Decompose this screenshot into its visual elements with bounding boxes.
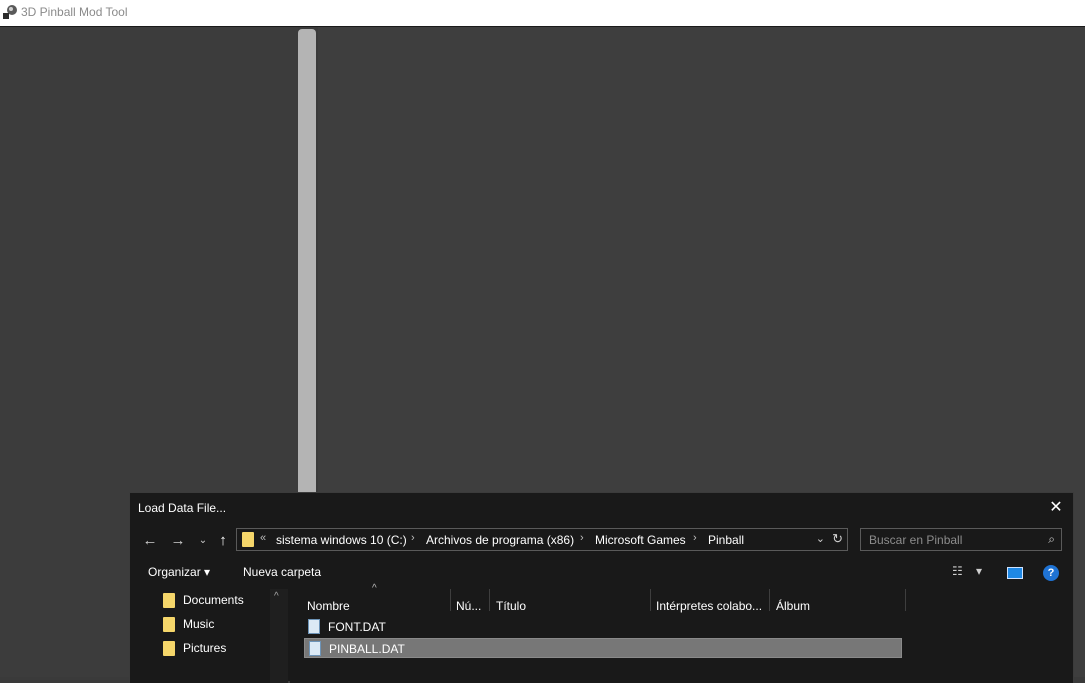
column-header-number[interactable]: Nú... [456, 599, 481, 613]
up-arrow-icon[interactable]: ↑ [213, 531, 233, 551]
organize-menu-button[interactable]: Organizar ▾ [148, 565, 210, 579]
nav-scrollbar[interactable] [270, 589, 288, 683]
search-icon: ⌕ [1048, 532, 1055, 546]
refresh-icon[interactable]: ↻ [832, 531, 843, 547]
chevron-right-icon[interactable]: › [580, 532, 584, 544]
search-field[interactable]: Buscar en Pinball ⌕ [860, 528, 1062, 551]
nav-item-label: Pictures [183, 641, 227, 655]
address-bar[interactable]: « sistema windows 10 (C:) › Archivos de … [236, 528, 848, 551]
file-icon [308, 619, 320, 634]
file-row-selected[interactable]: PINBALL.DAT [304, 638, 902, 658]
file-icon [309, 641, 321, 656]
new-folder-button[interactable]: Nueva carpeta [243, 565, 321, 579]
folder-icon [242, 532, 254, 547]
chevron-down-icon[interactable]: ⌄ [816, 532, 825, 545]
app-title-bar: 3D Pinball Mod Tool [0, 0, 1085, 27]
sort-ascending-icon: ^ [372, 583, 377, 594]
dialog-title: Load Data File... [138, 501, 227, 515]
breadcrumb-drive[interactable]: sistema windows 10 (C:) [276, 533, 407, 547]
close-icon[interactable]: ✕ [1045, 497, 1067, 519]
column-header-artists[interactable]: Intérpretes colabo... [656, 599, 762, 613]
load-file-dialog: Load Data File... ✕ ← → ⌄ ↑ « sistema wi… [129, 492, 1074, 683]
nav-item-label: Documents [183, 593, 244, 607]
folder-icon [163, 641, 175, 656]
back-arrow-icon[interactable]: ← [140, 531, 160, 551]
breadcrumb-pinball[interactable]: Pinball [708, 533, 744, 547]
file-row[interactable]: FONT.DAT [304, 617, 902, 637]
breadcrumb-microsoft-games[interactable]: Microsoft Games [595, 533, 686, 547]
column-header-name[interactable]: Nombre [307, 599, 350, 613]
navigation-pane: Documents Music Pictures [130, 589, 288, 683]
app-title: 3D Pinball Mod Tool [21, 5, 128, 19]
panel-splitter[interactable] [298, 29, 316, 499]
folder-icon [163, 617, 175, 632]
forward-arrow-icon[interactable]: → [168, 531, 188, 551]
help-icon[interactable]: ? [1043, 565, 1059, 581]
chevron-right-icon[interactable]: › [693, 532, 697, 544]
chevron-right-icon[interactable]: › [411, 532, 415, 544]
chevron-down-icon[interactable]: ▾ [976, 564, 982, 578]
column-header-album[interactable]: Álbum [776, 599, 810, 613]
view-options-icon[interactable]: ☷ [952, 564, 963, 578]
breadcrumb-program-files[interactable]: Archivos de programa (x86) [426, 533, 574, 547]
pinball-app-icon [3, 5, 17, 19]
file-list: ^ Nombre Nú... Título Intérpretes colabo… [290, 583, 1073, 683]
recent-locations-chevron-icon[interactable]: ⌄ [193, 531, 213, 551]
scroll-up-icon[interactable]: ^ [274, 591, 279, 602]
preview-pane-icon[interactable] [1007, 567, 1023, 579]
breadcrumb-overflow[interactable]: « [260, 532, 266, 544]
column-header-title[interactable]: Título [496, 599, 526, 613]
file-name: PINBALL.DAT [329, 642, 405, 656]
nav-item-label: Music [183, 617, 215, 631]
folder-icon [163, 593, 175, 608]
file-name: FONT.DAT [328, 620, 386, 634]
search-placeholder: Buscar en Pinball [869, 533, 963, 547]
